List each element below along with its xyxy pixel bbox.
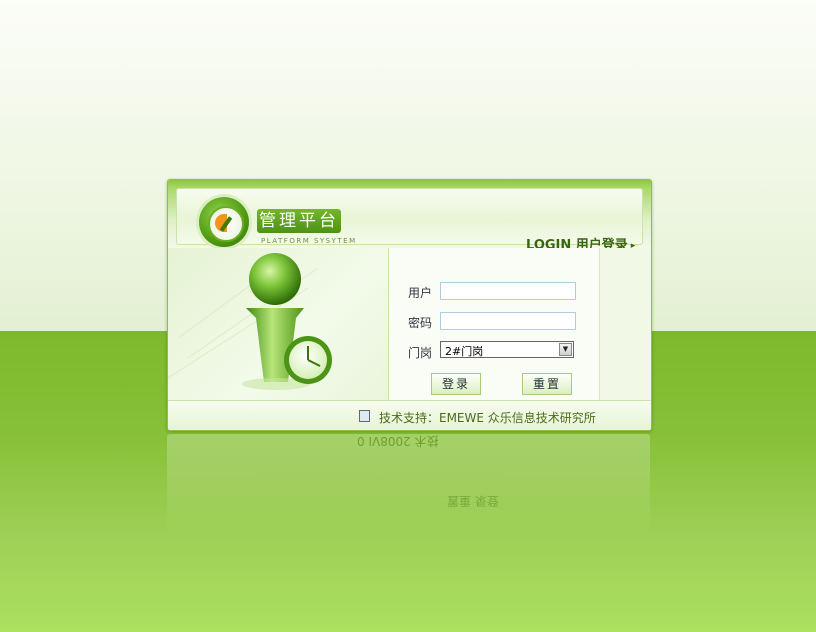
person-clock-illustration [168, 248, 389, 400]
user-input[interactable] [440, 282, 576, 300]
user-label: 用户 [408, 286, 433, 300]
password-label: 密码 [408, 316, 433, 330]
panel-reflection: 技术 2008VI 0 登录 重置 [167, 434, 650, 534]
panel-header: 管理平台 PLATFORM SYSYTEM LOGIN 用户登录 ▸ [168, 180, 651, 253]
gate-label: 门岗 [408, 346, 433, 360]
panel-body: 用户 密码 门岗 2#门岗 ▼ 登录 重置 [168, 248, 651, 400]
gate-select[interactable]: 2#门岗 ▼ [440, 341, 574, 358]
reflection-buttons-text: 登录 重置 [447, 494, 499, 508]
login-panel: 管理平台 PLATFORM SYSYTEM LOGIN 用户登录 ▸ 用户 密码… [167, 179, 652, 431]
login-button[interactable]: 登录 [431, 373, 481, 395]
panel-footer: 技术支持：EMEWE 众乐信息技术研究所 [168, 400, 651, 430]
dropdown-arrow-icon[interactable]: ▼ [559, 343, 572, 356]
password-input[interactable] [440, 312, 576, 330]
page-title: 管理平台 [257, 209, 341, 233]
page-subtitle: PLATFORM SYSYTEM [261, 237, 357, 245]
reset-button[interactable]: 重置 [522, 373, 572, 395]
header-banner: 管理平台 PLATFORM SYSYTEM LOGIN 用户登录 ▸ [176, 188, 643, 253]
support-text: 技术支持：EMEWE 众乐信息技术研究所 [379, 411, 596, 425]
login-form: 用户 密码 门岗 2#门岗 ▼ 登录 重置 [389, 248, 599, 400]
gate-select-value: 2#门岗 [445, 345, 484, 358]
platform-logo-icon [199, 197, 249, 247]
document-icon [359, 410, 370, 422]
right-decoration [599, 248, 651, 400]
reflection-footer-text: 技术 2008VI 0 [357, 434, 439, 448]
